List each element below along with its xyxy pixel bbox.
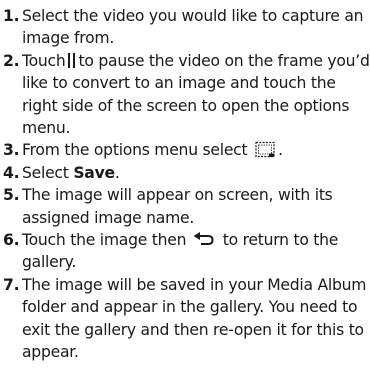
step-number: 7.	[3, 275, 20, 294]
step-number: 1.	[3, 7, 20, 25]
list-item: 2. Touch to pause the video on the frame …	[0, 50, 370, 140]
pause-icon	[67, 52, 76, 68]
list-item: 7. The image will be saved in your Media…	[0, 274, 370, 364]
image-capture-icon	[255, 142, 275, 158]
list-item: 3. From the options menu select .	[0, 139, 370, 161]
step-text-before: Touch	[22, 51, 66, 70]
list-item: 6. Touch the image then to return to the…	[0, 229, 370, 274]
step-number: 5.	[3, 186, 20, 205]
instructions-page: 1. Select the video you would like to ca…	[0, 0, 370, 384]
step-number: 4.	[3, 163, 20, 182]
step-text-after: .	[278, 141, 283, 160]
step-number: 3.	[3, 141, 20, 160]
step-text: Select the video you would like to captu…	[22, 7, 364, 48]
save-label: Save	[73, 163, 115, 182]
list-item: 5. The image will appear on screen, with…	[0, 184, 370, 229]
back-arrow-icon	[193, 232, 214, 246]
step-text: The image will appear on screen, with it…	[22, 186, 333, 227]
step-number: 2.	[3, 51, 20, 70]
step-text: The image will be saved in your Media Al…	[22, 275, 367, 362]
step-text-before: From the options menu select	[22, 141, 248, 160]
list-item: 1. Select the video you would like to ca…	[0, 5, 370, 50]
instruction-list: 1. Select the video you would like to ca…	[0, 5, 370, 364]
step-text-after: .	[114, 163, 120, 182]
step-text-before: Select	[22, 163, 69, 182]
step-number: 6.	[3, 231, 20, 250]
list-item: 4. Select Save.	[0, 162, 370, 184]
step-text-before: Touch the image then	[22, 231, 187, 250]
